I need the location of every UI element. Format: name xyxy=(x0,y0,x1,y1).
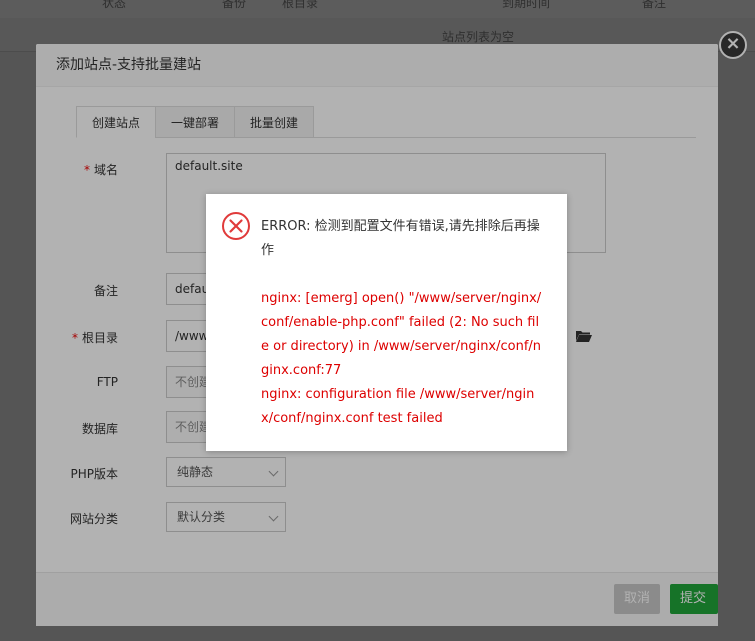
error-message: nginx: [emerg] open() "/www/server/nginx… xyxy=(261,287,546,431)
error-title: ERROR: 检测到配置文件有错误,请先排除后再操作 xyxy=(261,219,540,258)
error-dialog: ERROR: 检测到配置文件有错误,请先排除后再操作 nginx: [emerg… xyxy=(206,194,567,451)
error-message-line: nginx: configuration file /www/server/ng… xyxy=(261,387,535,426)
error-circle-x-icon xyxy=(222,212,250,240)
error-message-line: nginx: [emerg] open() "/www/server/nginx… xyxy=(261,291,542,378)
